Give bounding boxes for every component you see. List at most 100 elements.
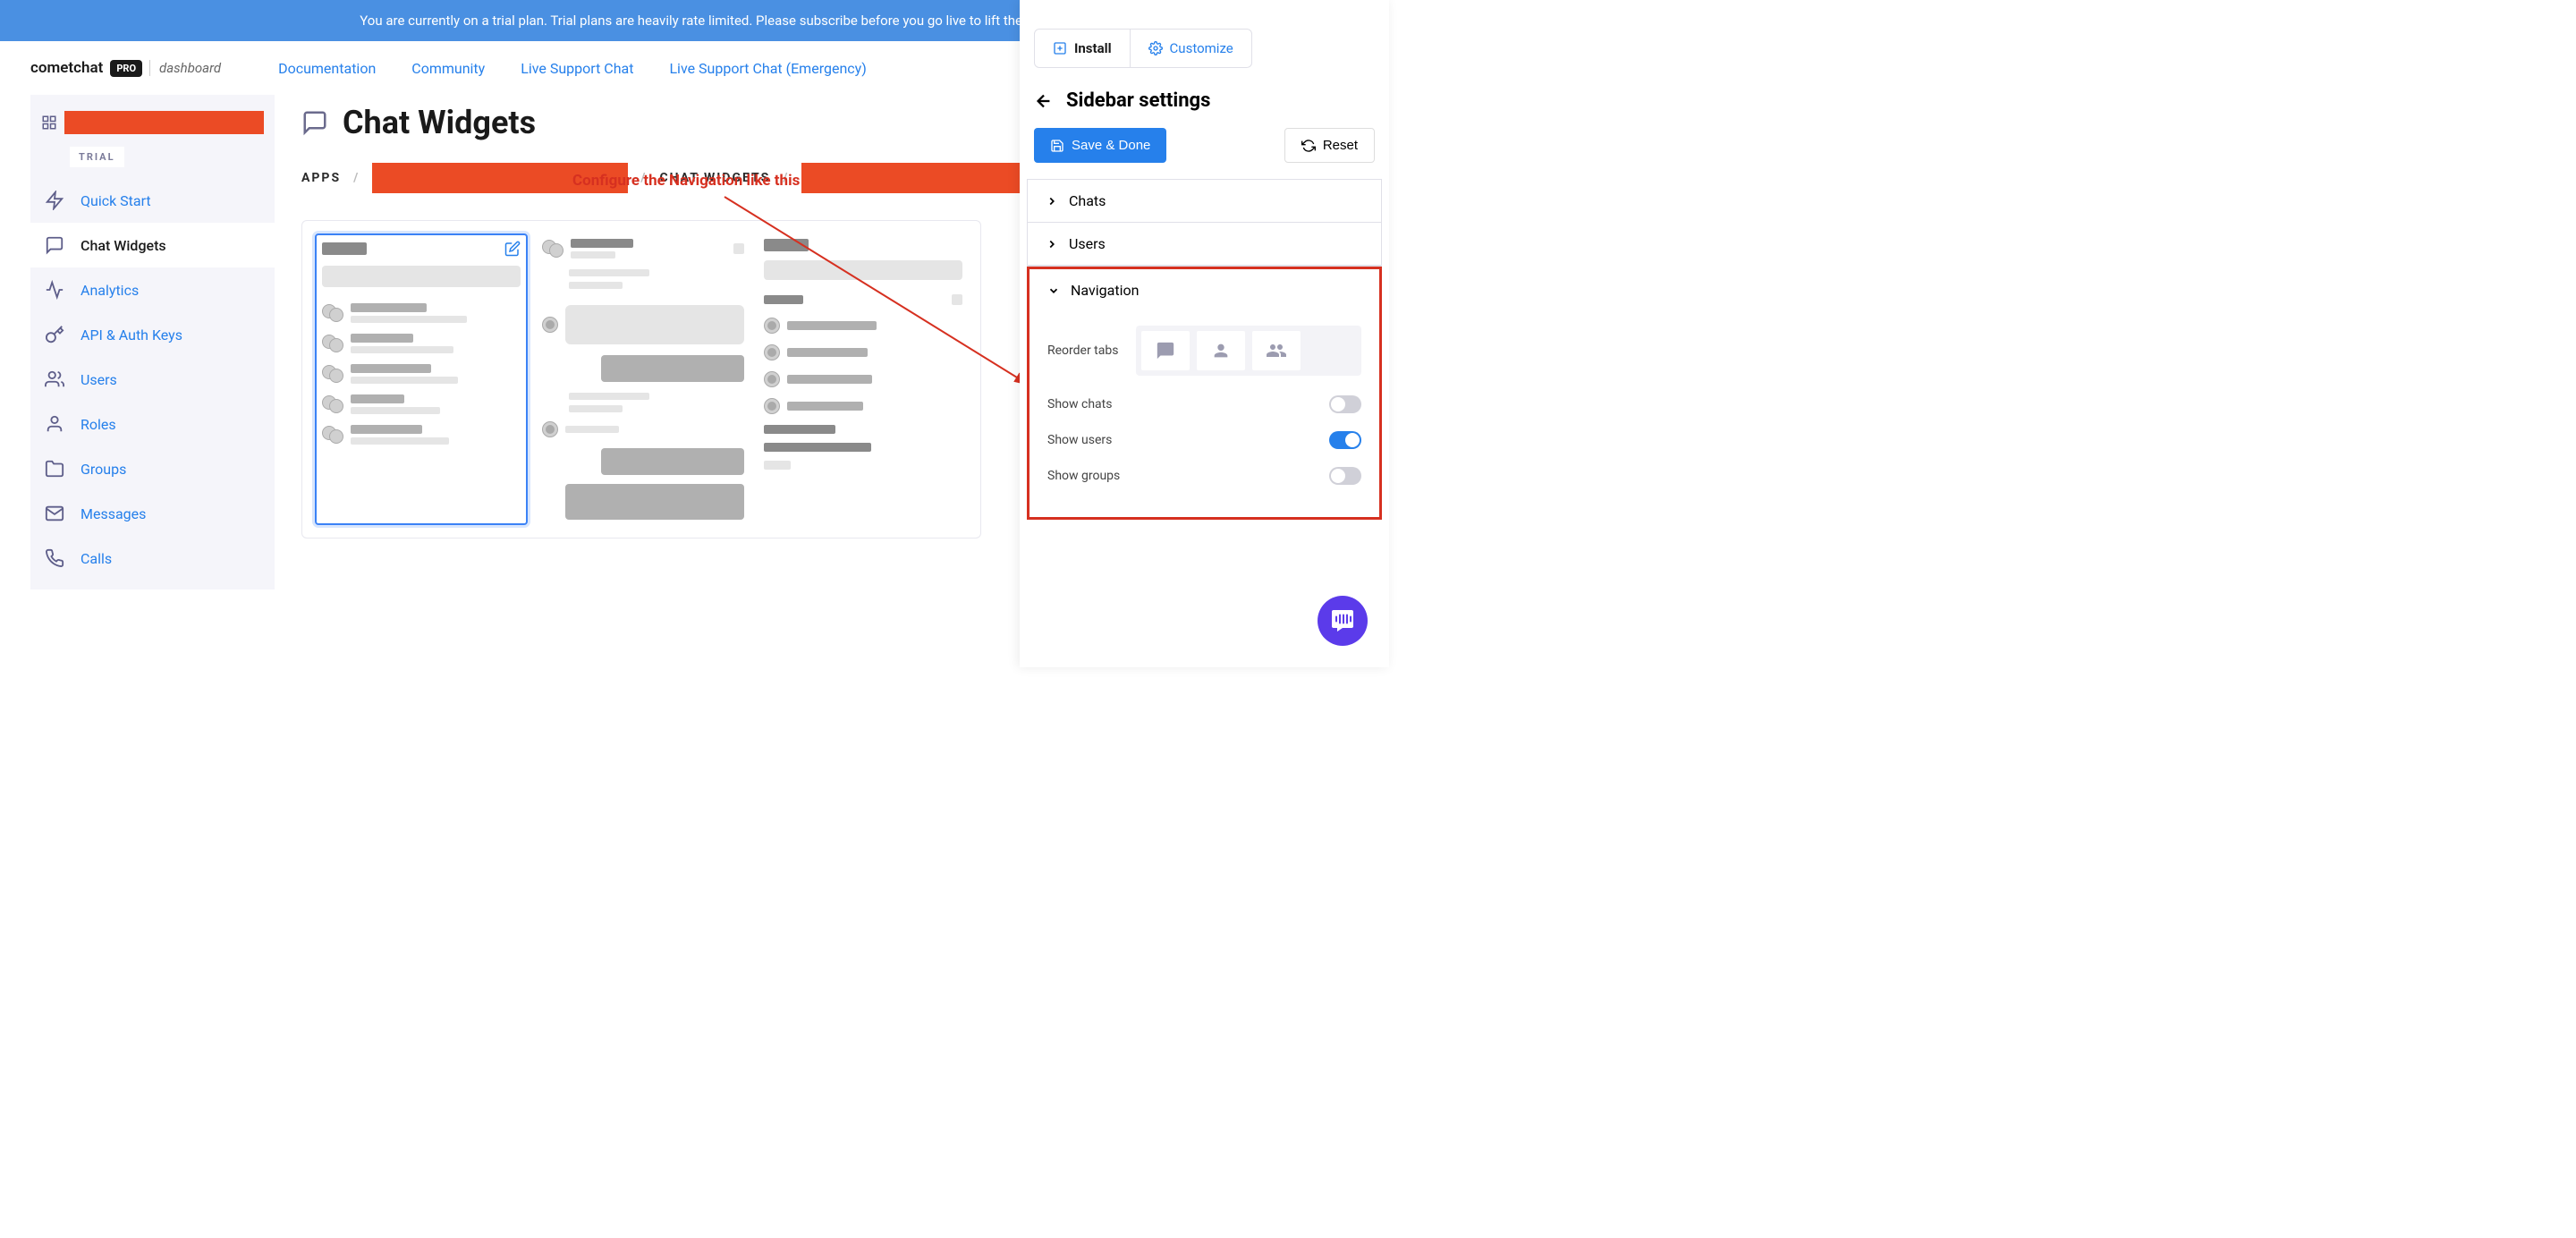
key-icon: [45, 325, 64, 344]
breadcrumb-separator: /: [353, 171, 360, 185]
widget-preview-list[interactable]: [758, 233, 968, 525]
page-title: Chat Widgets: [343, 104, 536, 141]
show-chats-toggle[interactable]: [1329, 395, 1361, 413]
show-chats-label: Show chats: [1047, 397, 1112, 411]
sidebar-item-users[interactable]: Users: [30, 357, 275, 402]
breadcrumb-apps[interactable]: APPS: [301, 171, 341, 185]
sidebar-item-quick-start[interactable]: Quick Start: [30, 178, 275, 223]
mail-icon: [45, 504, 64, 523]
chevron-right-icon: [1046, 195, 1058, 208]
chat-icon: [45, 235, 64, 255]
redacted-app-name: [64, 111, 264, 134]
sidebar-item-groups[interactable]: Groups: [30, 446, 275, 491]
list-item: [322, 394, 521, 414]
tab-install[interactable]: Install: [1035, 30, 1130, 67]
chat-bubble-icon: [1156, 341, 1175, 360]
logo-dashboard: dashboard: [149, 60, 221, 76]
reorder-tabs-container: [1136, 326, 1361, 376]
apps-grid-icon[interactable]: [41, 114, 57, 131]
accordion-users[interactable]: Users: [1028, 223, 1381, 265]
show-groups-toggle[interactable]: [1329, 467, 1361, 485]
header-link-documentation[interactable]: Documentation: [278, 60, 376, 77]
panel-title: Sidebar settings: [1066, 89, 1210, 112]
sidebar-item-label: Chat Widgets: [80, 237, 166, 254]
analytics-icon: [45, 280, 64, 300]
group-icon: [1266, 340, 1287, 361]
trial-badge: TRIAL: [70, 147, 124, 164]
folder-icon: [45, 459, 64, 479]
accordion-chats[interactable]: Chats: [1028, 180, 1381, 222]
gear-icon: [1148, 41, 1163, 55]
save-icon: [1050, 139, 1064, 153]
list-item: [764, 318, 962, 334]
reorder-tabs-label: Reorder tabs: [1047, 343, 1118, 358]
refresh-icon: [1301, 139, 1316, 153]
header-link-live-support-emergency[interactable]: Live Support Chat (Emergency): [669, 60, 866, 77]
install-icon: [1053, 41, 1067, 55]
user-icon: [1211, 341, 1231, 360]
list-item: [322, 425, 521, 445]
intercom-launcher[interactable]: [1318, 596, 1368, 646]
chevron-right-icon: [1046, 238, 1058, 250]
accordion: Chats Users: [1027, 179, 1382, 267]
sidebar-item-label: Groups: [80, 461, 126, 478]
sidebar-item-label: Quick Start: [80, 192, 151, 209]
logo: cometchat PRO dashboard: [30, 59, 221, 77]
header-links: Documentation Community Live Support Cha…: [278, 60, 867, 77]
show-groups-label: Show groups: [1047, 469, 1120, 483]
list-item: [542, 421, 744, 437]
list-item: [764, 398, 962, 414]
show-users-label: Show users: [1047, 433, 1112, 447]
edit-icon[interactable]: [504, 241, 521, 257]
settings-panel: Install Customize Sidebar settings Save …: [1020, 0, 1389, 667]
sidebar-item-messages[interactable]: Messages: [30, 491, 275, 536]
list-item: [322, 364, 521, 384]
sidebar-item-chat-widgets[interactable]: Chat Widgets: [30, 223, 275, 267]
sidebar-item-label: Calls: [80, 550, 112, 567]
accordion-navigation[interactable]: Navigation: [1030, 269, 1379, 311]
phone-icon: [45, 548, 64, 568]
header-link-live-support[interactable]: Live Support Chat: [521, 60, 633, 77]
reorder-tab-groups[interactable]: [1252, 331, 1301, 370]
widget-preview-sidebar[interactable]: [315, 233, 528, 525]
reorder-tab-empty[interactable]: [1308, 331, 1356, 370]
placeholder: [322, 242, 367, 255]
show-users-toggle[interactable]: [1329, 431, 1361, 449]
redacted-widget: [801, 163, 1023, 193]
lightning-icon: [45, 191, 64, 210]
sidebar-item-calls[interactable]: Calls: [30, 536, 275, 581]
sidebar-item-label: API & Auth Keys: [80, 326, 182, 343]
chat-icon: [301, 109, 328, 136]
tab-customize[interactable]: Customize: [1130, 30, 1251, 67]
intercom-icon: [1330, 608, 1355, 633]
reset-button[interactable]: Reset: [1284, 128, 1375, 163]
widget-preview-conversation[interactable]: [537, 233, 750, 525]
sidebar-item-label: Analytics: [80, 282, 139, 299]
reorder-tab-chats[interactable]: [1141, 331, 1190, 370]
back-arrow-icon[interactable]: [1034, 91, 1054, 111]
list-item: [764, 344, 962, 360]
logo-brand: cometchat: [30, 59, 103, 77]
placeholder: [322, 266, 521, 287]
panel-tabs: Install Customize: [1034, 29, 1252, 68]
logo-pro-badge: PRO: [110, 60, 142, 77]
accordion-navigation-expanded: Navigation Reorder tabs Show chats Show …: [1027, 267, 1382, 520]
annotation-text: Configure the Navigation like this: [572, 172, 800, 190]
sidebar-item-analytics[interactable]: Analytics: [30, 267, 275, 312]
person-icon: [45, 414, 64, 434]
users-icon: [45, 369, 64, 389]
sidebar-item-label: Messages: [80, 505, 146, 522]
sidebar-item-roles[interactable]: Roles: [30, 402, 275, 446]
save-button[interactable]: Save & Done: [1034, 128, 1166, 163]
sidebar-item-label: Roles: [80, 416, 116, 433]
list-item: [542, 305, 744, 344]
sidebar-item-label: Users: [80, 371, 117, 388]
list-item: [322, 334, 521, 353]
reorder-tab-users[interactable]: [1197, 331, 1245, 370]
header-link-community[interactable]: Community: [411, 60, 485, 77]
list-item: [764, 371, 962, 387]
list-item: [322, 303, 521, 323]
sidebar: TRIAL Quick Start Chat Widgets Analytics…: [30, 95, 275, 589]
sidebar-item-api-keys[interactable]: API & Auth Keys: [30, 312, 275, 357]
widget-preview-card: [301, 220, 981, 538]
